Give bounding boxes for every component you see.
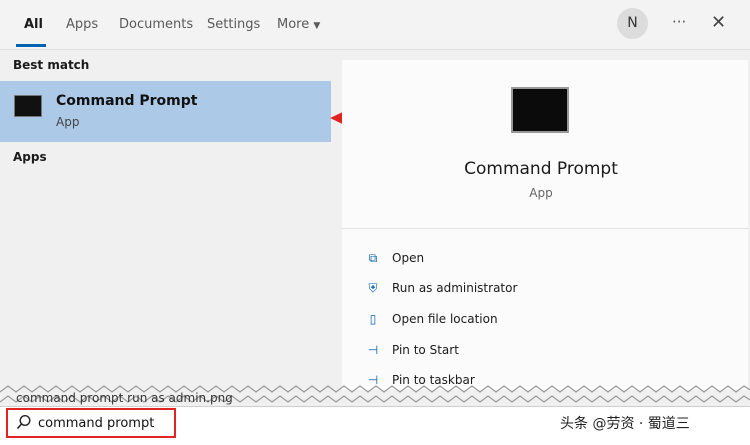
tab-more[interactable]: More ▼ (277, 17, 320, 32)
action-open-label: Open (392, 251, 425, 265)
avatar[interactable]: N (617, 8, 648, 39)
action-pin-to-start-label: Pin to Start (392, 343, 459, 357)
tab-more-label: More (277, 17, 310, 32)
tab-documents[interactable]: Documents (119, 17, 193, 32)
ellipsis-icon[interactable]: ··· (672, 13, 686, 31)
action-open[interactable]: ⧉ Open (364, 248, 424, 268)
action-run-as-admin-label: Run as administrator (392, 281, 518, 295)
open-icon: ⧉ (368, 250, 378, 265)
tab-all[interactable]: All (24, 17, 43, 32)
action-open-file-location[interactable]: ▯ Open file location (364, 309, 498, 329)
details-divider (342, 228, 748, 229)
action-open-file-location-label: Open file location (392, 312, 498, 326)
close-icon[interactable]: ✕ (711, 12, 726, 33)
section-apps: Apps (13, 150, 47, 164)
action-run-as-administrator[interactable]: ⛨ Run as administrator (364, 278, 517, 298)
pin-icon: ⊣ (367, 343, 379, 357)
chevron-down-icon: ▼ (313, 21, 321, 31)
tab-apps[interactable]: Apps (66, 17, 98, 32)
best-match-subtitle: App (56, 115, 80, 129)
section-best-match: Best match (13, 58, 90, 72)
partial-result-item[interactable]: command prompt run as admin.png (16, 391, 233, 405)
tab-settings[interactable]: Settings (207, 17, 260, 32)
details-subtitle: App (529, 186, 553, 200)
details-title: Command Prompt (464, 159, 618, 179)
search-input[interactable]: command prompt (38, 416, 154, 431)
active-tab-indicator (16, 44, 46, 47)
command-prompt-icon (14, 95, 42, 117)
command-prompt-large-icon (511, 87, 569, 133)
best-match-title: Command Prompt (56, 93, 198, 109)
watermark: 头条 @劳资 · 蜀道三 (560, 416, 690, 432)
best-match-item[interactable] (0, 81, 331, 142)
file-location-icon: ▯ (369, 312, 377, 326)
search-icon (16, 414, 31, 430)
action-pin-to-start[interactable]: ⊣ Pin to Start (364, 340, 459, 360)
shield-run-icon: ⛨ (368, 280, 378, 295)
